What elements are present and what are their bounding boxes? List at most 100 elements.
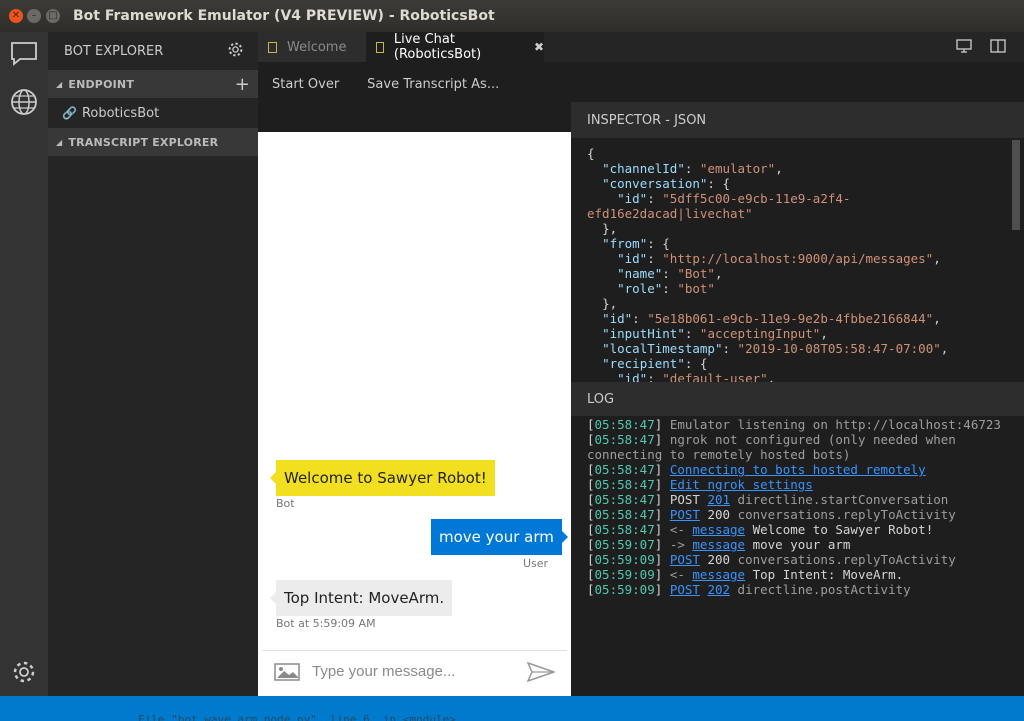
- monitor-icon[interactable]: [956, 39, 972, 57]
- status-bar: File "bot_wave_arm_node.py", line 6, in …: [0, 696, 1024, 721]
- json-line: "channelId": "emulator",: [602, 161, 783, 176]
- inspector-header: INSPECTOR - JSON: [571, 102, 1024, 138]
- json-key: "id": [617, 251, 648, 266]
- json-key: "name": [617, 266, 663, 281]
- start-over-button[interactable]: Start Over: [272, 77, 339, 92]
- json-punct: : {: [707, 176, 730, 191]
- log-link[interactable]: message: [692, 522, 745, 537]
- json-key: "id": [602, 311, 633, 326]
- json-value: "2019-10-08T05:58:47-07:00": [737, 341, 941, 356]
- chat-top-gap: [258, 106, 571, 132]
- status-ghost-text: File "bot_wave_arm_node.py", line 6, in …: [138, 713, 456, 721]
- tab-welcome[interactable]: Welcome: [258, 32, 366, 62]
- log-text: directline.startConversation: [730, 492, 949, 507]
- json-punct: {: [587, 146, 595, 161]
- send-icon[interactable]: [527, 661, 555, 682]
- json-line: "name": "Bot",: [617, 266, 723, 281]
- chat-bubble-icon[interactable]: [10, 40, 38, 68]
- message-meta: Bot: [276, 497, 295, 510]
- sidebar-item-roboticsbot[interactable]: 🔗 RoboticsBot: [48, 98, 258, 128]
- bot-explorer-sidebar: BOT EXPLORER ◢ ENDPOINT + 🔗 RoboticsBot …: [48, 32, 258, 696]
- log-row: [05:59:09] POST 202 directline.postActiv…: [587, 582, 911, 597]
- json-line: "from": {: [587, 236, 1024, 251]
- log-row: [05:58:47] POST 200 conversations.replyT…: [587, 507, 956, 522]
- log-timestamp: 05:58:47: [594, 477, 655, 492]
- json-line: {: [587, 146, 1024, 161]
- split-view-icon[interactable]: [990, 39, 1006, 57]
- tab-live-chat[interactable]: Live Chat (RoboticsBot) ✖: [366, 32, 544, 62]
- log-text: POST: [669, 492, 708, 507]
- json-key: "conversation": [602, 176, 708, 191]
- sidebar-header: BOT EXPLORER: [48, 32, 258, 70]
- window-maximize-button[interactable]: □: [46, 9, 60, 23]
- json-punct: ,: [714, 266, 723, 281]
- log-text: <-: [669, 567, 693, 582]
- json-key: "recipient": [602, 356, 685, 371]
- window-title: Bot Framework Emulator (V4 PREVIEW) - Ro…: [73, 8, 495, 24]
- json-line: "localTimestamp": "2019-10-08T05:58:47-0…: [602, 341, 949, 356]
- log-row: [05:58:47] Edit ngrok settings: [587, 477, 813, 492]
- json-value: "http://localhost:9000/api/messages": [662, 251, 934, 266]
- bot-message-bubble[interactable]: Top Intent: MoveArm.: [269, 580, 453, 616]
- json-line: "id": "5dff5c00-e9cb-11e9-a2f4-: [617, 191, 851, 206]
- transcript-section-label: TRANSCRIPT EXPLORER: [68, 135, 219, 149]
- log-link[interactable]: POST: [670, 552, 700, 567]
- log-row: [05:58:47] <- message Welcome to Sawyer …: [587, 522, 934, 537]
- json-value: "default-user": [662, 371, 768, 382]
- gear-icon[interactable]: [227, 41, 244, 62]
- json-value: "5dff5c00-e9cb-11e9-a2f4-: [662, 191, 851, 206]
- image-upload-icon[interactable]: [274, 662, 300, 681]
- log-link[interactable]: POST: [670, 582, 700, 597]
- log-title: LOG: [587, 391, 615, 407]
- json-punct: ,: [767, 371, 776, 382]
- message-meta: Bot at 5:59:09 AM: [276, 617, 376, 630]
- log-link[interactable]: message: [692, 567, 745, 582]
- settings-gear-icon[interactable]: [10, 658, 38, 686]
- user-message-bubble[interactable]: move your arm: [431, 519, 568, 555]
- log-row: [05:58:47] POST 201 directline.startConv…: [587, 492, 949, 507]
- log-link[interactable]: 202: [707, 582, 730, 597]
- save-transcript-button[interactable]: Save Transcript As...: [367, 77, 499, 92]
- json-punct: ,: [940, 341, 949, 356]
- transcript-section-header[interactable]: ◢ TRANSCRIPT EXPLORER: [48, 128, 258, 156]
- file-icon: [268, 41, 277, 53]
- inspector-json[interactable]: { "channelId": "emulator", "conversation…: [571, 138, 1024, 382]
- log-link[interactable]: 201: [707, 492, 730, 507]
- endpoint-section-header[interactable]: ◢ ENDPOINT +: [48, 70, 258, 98]
- json-line: "id": "5e18b061-e9cb-11e9-9e2b-4fbbe2166…: [602, 311, 941, 326]
- json-punct: ,: [933, 311, 941, 326]
- json-value: efd16e2dacad|livechat": [587, 206, 753, 221]
- tab-label: Welcome: [287, 39, 347, 55]
- log-text: ->: [669, 537, 693, 552]
- chat-message-input[interactable]: [312, 663, 512, 680]
- tab-label: Live Chat (RoboticsBot): [393, 32, 482, 62]
- file-icon: [376, 41, 384, 53]
- log-link[interactable]: message: [692, 537, 745, 552]
- tab-bar: Welcome Live Chat (RoboticsBot) ✖: [258, 32, 1024, 62]
- json-key: "localTimestamp": [602, 341, 723, 356]
- log-link[interactable]: POST: [670, 507, 700, 522]
- log-link[interactable]: Connecting to bots hosted remotely: [670, 462, 926, 477]
- globe-icon[interactable]: [10, 88, 38, 116]
- inspector-scrollbar[interactable]: [1012, 140, 1020, 230]
- json-key: "id": [617, 191, 648, 206]
- json-key: "channelId": [602, 161, 685, 176]
- log-timestamp: 05:58:47: [594, 462, 655, 477]
- log-link[interactable]: Edit ngrok settings: [670, 477, 813, 492]
- log-row: [05:58:47] ngrok not configured (only ne…: [587, 432, 964, 462]
- window-minimize-button[interactable]: –: [27, 9, 41, 23]
- json-punct: : {: [684, 356, 708, 371]
- json-line: "id": "http://localhost:9000/api/message…: [617, 251, 941, 266]
- log-timestamp: 05:58:47: [594, 522, 655, 537]
- json-punct: ,: [775, 161, 783, 176]
- log-text: directline.postActivity: [730, 582, 911, 597]
- log-panel: [05:58:47] Emulator listening on http://…: [571, 416, 1024, 696]
- bot-message-bubble[interactable]: Welcome to Sawyer Robot!: [270, 460, 495, 496]
- close-tab-icon[interactable]: ✖: [534, 40, 544, 54]
- log-text: Welcome to Sawyer Robot!: [745, 522, 934, 537]
- inspector-title: INSPECTOR - JSON: [587, 112, 707, 128]
- add-endpoint-icon[interactable]: +: [235, 74, 250, 95]
- log-timestamp: 05:58:47: [594, 432, 655, 447]
- log-text: conversations.replyToActivity: [737, 507, 956, 522]
- window-close-button[interactable]: ✕: [9, 9, 23, 23]
